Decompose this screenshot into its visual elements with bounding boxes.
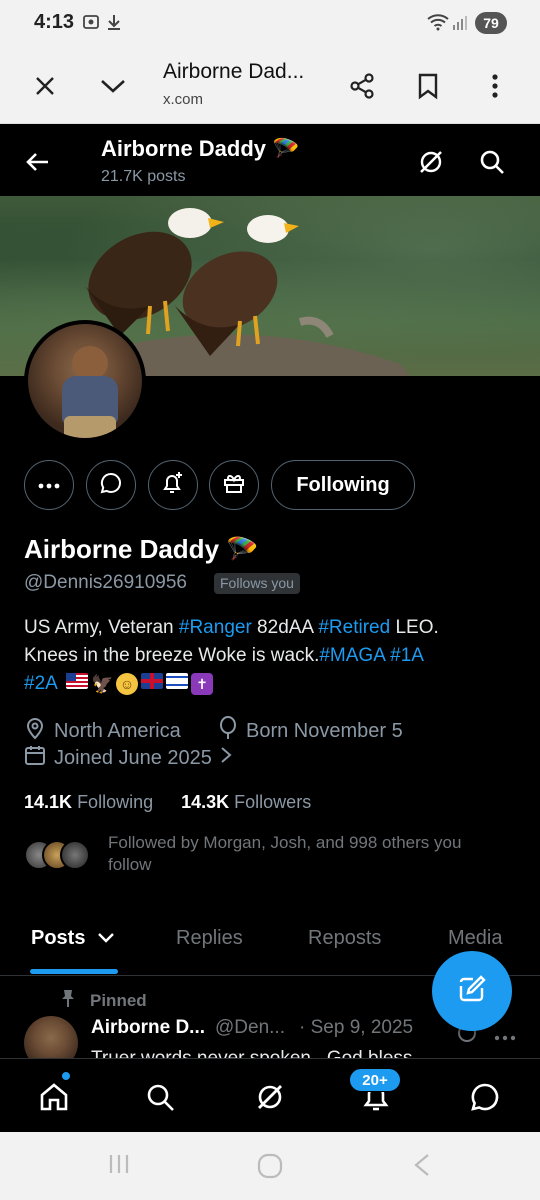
more-options-button[interactable] (24, 460, 74, 510)
more-vertical-icon[interactable] (473, 64, 517, 108)
message-icon (99, 471, 123, 500)
tab-replies[interactable]: Replies (176, 927, 243, 950)
eagle-icon: 🦅 (91, 673, 114, 694)
avatar (60, 840, 90, 870)
home-icon[interactable] (34, 1077, 74, 1117)
status-bar: 4:13 79 (0, 0, 540, 46)
profile-bio: US Army, Veteran #Ranger 82dAA #Retired … (24, 617, 439, 695)
search-icon[interactable] (140, 1077, 180, 1117)
notifications-button[interactable] (148, 460, 198, 510)
israel-flag-icon (166, 672, 189, 689)
hashtag-link[interactable]: #Retired (318, 617, 390, 638)
tab-media[interactable]: Media (448, 927, 502, 950)
back-arrow-icon[interactable] (18, 142, 58, 182)
wifi-icon (426, 13, 450, 35)
profile-birthday: Born November 5 (218, 716, 403, 746)
system-navigation-bar (0, 1132, 540, 1200)
profile-header: Airborne Daddy 🪂 21.7K posts (0, 124, 540, 196)
cross-icon: ✝ (191, 672, 214, 695)
post-more-icon[interactable] (494, 1028, 516, 1046)
browser-toolbar: Airborne Dad... x.com (0, 46, 540, 124)
profile-avatar[interactable] (24, 320, 146, 442)
bio-emoji-row: 🦅 ☺ ✝ (66, 672, 214, 695)
status-time: 4:13 (34, 11, 75, 33)
followers-count[interactable]: 14.3K Followers (181, 792, 311, 813)
following-count[interactable]: 14.1K Following (24, 792, 153, 813)
post-author-handle[interactable]: @Den... (215, 1017, 285, 1039)
browser-url[interactable]: x.com (163, 91, 203, 108)
hashtag-link[interactable]: #MAGA (319, 645, 384, 666)
saluting-face-icon: ☺ (116, 672, 139, 695)
tab-posts[interactable]: Posts (31, 927, 115, 950)
more-horizontal-icon (38, 476, 60, 494)
uk-flag-icon (141, 672, 164, 689)
follow-stats: 14.1K Following 14.3K Followers (24, 792, 311, 813)
header-profile-name: Airborne Daddy 🪂 (101, 136, 300, 161)
profile-joined[interactable]: Joined June 2025 (24, 744, 232, 772)
location-icon (24, 716, 46, 746)
messages-icon[interactable] (465, 1077, 505, 1117)
message-button[interactable] (86, 460, 136, 510)
profile-name: Airborne Daddy 🪂 (24, 534, 259, 564)
notifications-badge: 20+ (349, 1068, 401, 1092)
active-tab-indicator (30, 969, 118, 974)
following-button[interactable]: Following (271, 460, 415, 510)
browser-page-title[interactable]: Airborne Dad... (163, 60, 323, 84)
mutual-avatars (24, 840, 94, 872)
post-date[interactable]: · Sep 9, 2025 (299, 1017, 413, 1039)
hashtag-link[interactable]: #2A (24, 673, 57, 694)
profile-handle: @Dennis26910956 (24, 572, 187, 593)
share-icon[interactable] (340, 64, 384, 108)
us-flag-icon (66, 672, 89, 689)
search-icon[interactable] (472, 142, 512, 182)
tab-reposts[interactable]: Reposts (308, 927, 381, 950)
recent-apps-icon[interactable] (106, 1152, 132, 1183)
bottom-navigation (0, 1058, 540, 1132)
back-button-icon[interactable] (410, 1152, 432, 1185)
pinned-indicator: Pinned (60, 988, 147, 1013)
home-button-icon[interactable] (256, 1152, 284, 1187)
screenshot-icon (82, 13, 100, 35)
signal-icon (452, 13, 468, 35)
grok-icon[interactable] (250, 1077, 290, 1117)
home-unread-dot (61, 1071, 71, 1081)
grok-icon[interactable] (411, 142, 451, 182)
gift-icon (222, 471, 246, 500)
hashtag-link[interactable]: #Ranger (179, 617, 252, 638)
chevron-down-icon[interactable] (91, 64, 135, 108)
close-icon[interactable] (23, 64, 67, 108)
profile-location: North America (24, 716, 181, 746)
pin-icon (60, 988, 76, 1013)
balloon-icon (218, 716, 238, 746)
chevron-down-icon (97, 927, 115, 950)
follows-you-badge: Follows you (214, 573, 300, 594)
compose-button[interactable] (432, 951, 512, 1031)
subscribe-gift-button[interactable] (209, 460, 259, 510)
battery-indicator: 79 (475, 12, 507, 34)
followed-by-text: Followed by Morgan, Josh, and 998 others… (108, 833, 462, 874)
bookmark-icon[interactable] (406, 64, 450, 108)
compose-icon (457, 974, 487, 1009)
chevron-right-icon (220, 746, 232, 770)
header-post-count: 21.7K posts (101, 168, 186, 185)
calendar-icon (24, 744, 46, 772)
notification-add-icon (160, 470, 186, 501)
hashtag-link[interactable]: #1A (390, 645, 424, 666)
download-icon (106, 13, 122, 35)
post-header: Airborne D... @Den... · Sep 9, 2025 (91, 1017, 413, 1039)
post-author-name[interactable]: Airborne D... (91, 1017, 205, 1039)
